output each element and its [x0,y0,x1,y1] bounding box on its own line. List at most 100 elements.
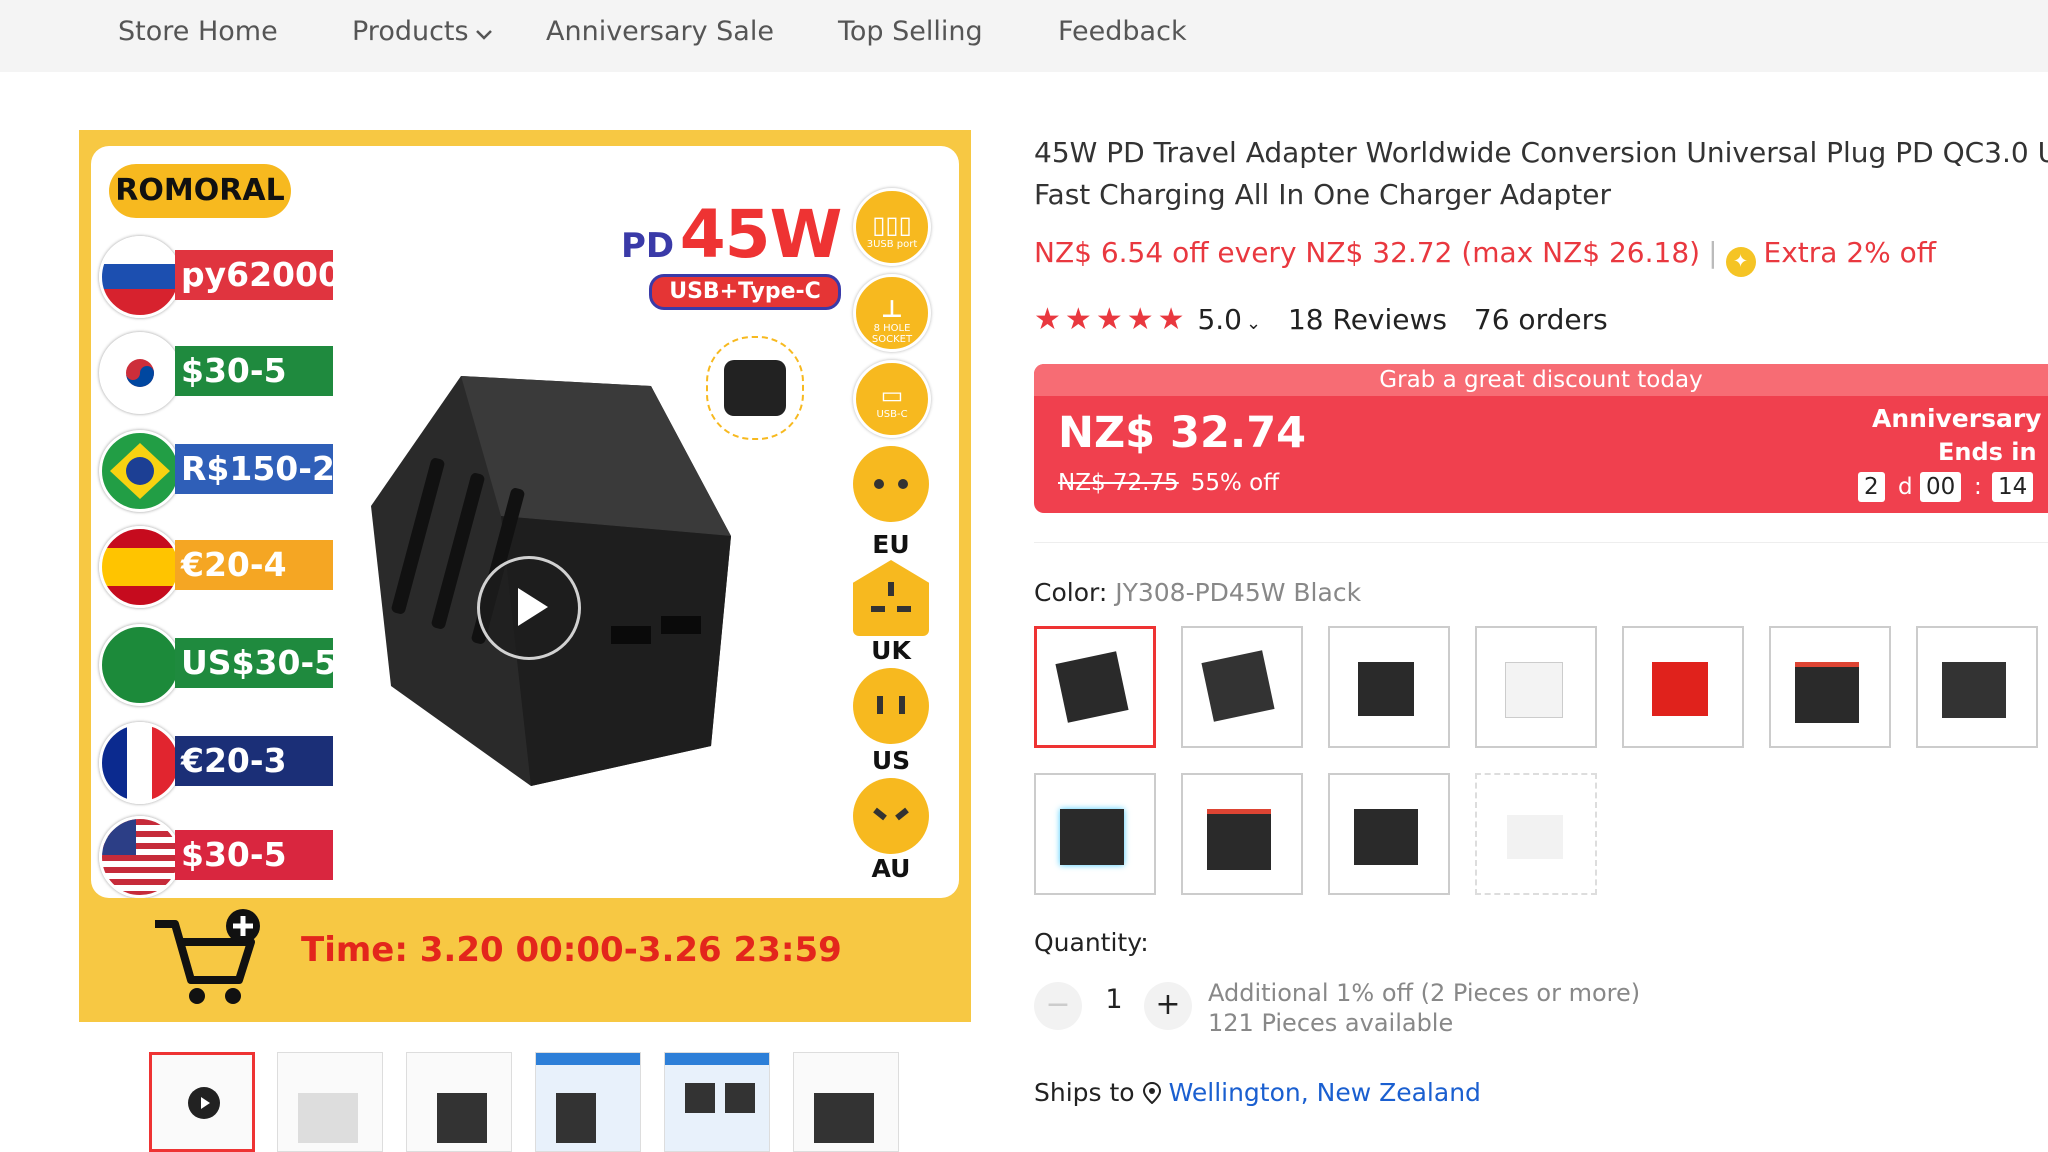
extra-off-text: Extra 2% off [1763,236,1937,269]
usb-c-icon: ▭ USB-C [853,360,931,438]
usb-port-icon: ▯▯▯ 3USB port [853,188,931,266]
main-product-image[interactable]: ROMORAL py62000-250 $30-5 R$150-25 €20-4… [79,130,971,1022]
south-korea-flag-icon [99,332,181,414]
color-swatch-5[interactable] [1622,626,1744,748]
brand-badge: ROMORAL [109,164,291,218]
countdown-hours: 00 [1920,472,1962,502]
product-image-canvas: ROMORAL py62000-250 $30-5 R$150-25 €20-4… [91,146,959,898]
selected-color: JY308-PD45W Black [1115,578,1362,607]
color-label: Color: [1034,578,1108,607]
color-swatch-9[interactable] [1181,773,1303,895]
bulk-discount-text: Additional 1% off (2 Pieces or more) [1208,979,1641,1007]
promo-tag: $30-5 [175,346,333,396]
countdown-colon: : [1974,474,1982,500]
thumbnail-5[interactable] [664,1052,770,1152]
promo-row: R$150-25 [99,430,339,512]
rating-summary: ★ ★ ★ ★ ★ 5.0 ⌄ 18 Reviews 76 orders [1034,302,1608,337]
chevron-down-icon: ⌄ [1245,313,1262,334]
nav-products-label: Products [352,16,469,47]
color-swatch-2[interactable] [1181,626,1303,748]
us-plug-icon [853,668,929,744]
star-rating-icons: ★ ★ ★ ★ ★ [1034,302,1189,337]
original-price: NZ$ 72.75 [1058,470,1179,496]
star-icon: ★ [1095,302,1123,337]
color-swatch-11[interactable] [1475,773,1597,895]
pd-wattage-label: PD 45W [621,196,843,273]
countdown-days: 2 [1858,472,1885,502]
nav-top-selling[interactable]: Top Selling [838,8,983,56]
nav-store-home[interactable]: Store Home [118,8,278,56]
russia-flag-icon [99,236,181,318]
rating-number: 5.0 [1197,303,1242,336]
color-swatch-8[interactable] [1034,773,1156,895]
quantity-decrease-button[interactable]: − [1034,982,1082,1030]
pd-prefix: PD [621,226,675,266]
divider [1034,542,2048,543]
thumbnail-1[interactable] [149,1052,255,1152]
promo-time-text: Time: 3.20 00:00-3.26 23:59 [301,930,842,970]
ships-to-label: Ships to [1034,1078,1135,1107]
star-icon: ★ [1064,302,1092,337]
uk-plug-icon [853,560,929,636]
coupon-separator: | [1708,236,1718,269]
chevron-down-icon [475,9,493,57]
color-swatch-1[interactable] [1034,626,1156,748]
thumbnail-4[interactable] [535,1052,641,1152]
product-title-line-1: 45W PD Travel Adapter Worldwide Conversi… [1034,136,2048,169]
promo-row: $30-5 [99,332,339,414]
promo-row: €20-4 [99,526,339,608]
socket-icon: ⊥ 8 HOLE SOCKET [853,274,931,352]
original-price-row: NZ$ 72.75 55% off [1058,470,1279,496]
thumbnail-2[interactable] [277,1052,383,1152]
france-flag-icon [99,722,181,804]
side-icon-label: 8 HOLE SOCKET [871,323,913,345]
eu-plug-icon [853,446,929,522]
product-title: 45W PD Travel Adapter Worldwide Conversi… [1034,132,2048,216]
nav-feedback[interactable]: Feedback [1058,8,1187,56]
coin-icon: ✦ [1725,247,1756,277]
usb-type-label: USB+Type-C [649,274,841,310]
coupon-info[interactable]: NZ$ 6.54 off every NZ$ 32.72 (max NZ$ 26… [1034,236,1936,277]
star-icon: ★ [1157,302,1185,337]
thumbnail-6[interactable] [793,1052,899,1152]
plug-label: EU [872,530,910,559]
nav-anniversary-sale[interactable]: Anniversary Sale [546,8,774,56]
thumbnail-3[interactable] [406,1052,512,1152]
shipping-destination: Ships to Wellington, New Zealand [1034,1078,1481,1110]
usa-flag-icon [99,816,181,898]
countdown-minutes: 14 [1992,472,2034,502]
ship-location-link[interactable]: Wellington, New Zealand [1169,1078,1481,1107]
color-swatch-7[interactable] [1916,626,2038,748]
countdown-days-unit: d [1898,474,1913,500]
play-video-button[interactable] [477,556,581,660]
saudi-arabia-flag-icon [99,624,181,706]
promo-row: €20-3 [99,722,339,804]
discount-percent: 55% off [1190,470,1280,496]
promo-row: py62000-250 [99,236,339,318]
promo-tag: py62000-250 [175,250,333,300]
brazil-flag-icon [99,430,181,512]
color-selector-label: Color: JY308-PD45W Black [1034,578,1361,607]
quantity-increase-button[interactable]: + [1144,982,1192,1030]
spain-flag-icon [99,526,181,608]
color-swatch-10[interactable] [1328,773,1450,895]
promo-row: US$30-5 [99,624,339,706]
color-swatch-3[interactable] [1328,626,1450,748]
promo-tag: €20-3 [175,736,333,786]
cart-plus-icon [151,908,261,1008]
coupon-text: NZ$ 6.54 off every NZ$ 32.72 (max NZ$ 26… [1034,236,1701,269]
star-icon: ★ [1126,302,1154,337]
quantity-value[interactable]: 1 [1090,984,1138,1015]
discount-banner: Grab a great discount today [1034,364,2048,396]
nav-products[interactable]: Products [352,8,493,56]
price-banner: Grab a great discount today NZ$ 32.74 NZ… [1034,364,2048,513]
reviews-link[interactable]: 18 Reviews [1288,303,1447,336]
ends-in-label: Ends in [1938,438,2037,466]
color-swatch-4[interactable] [1475,626,1597,748]
current-price: NZ$ 32.74 [1058,408,1307,458]
carry-case-image [706,336,804,440]
pd-watt: 45W [679,196,843,273]
color-swatch-6[interactable] [1769,626,1891,748]
location-pin-icon [1142,1081,1161,1110]
rating-value[interactable]: 5.0 ⌄ [1197,303,1261,336]
